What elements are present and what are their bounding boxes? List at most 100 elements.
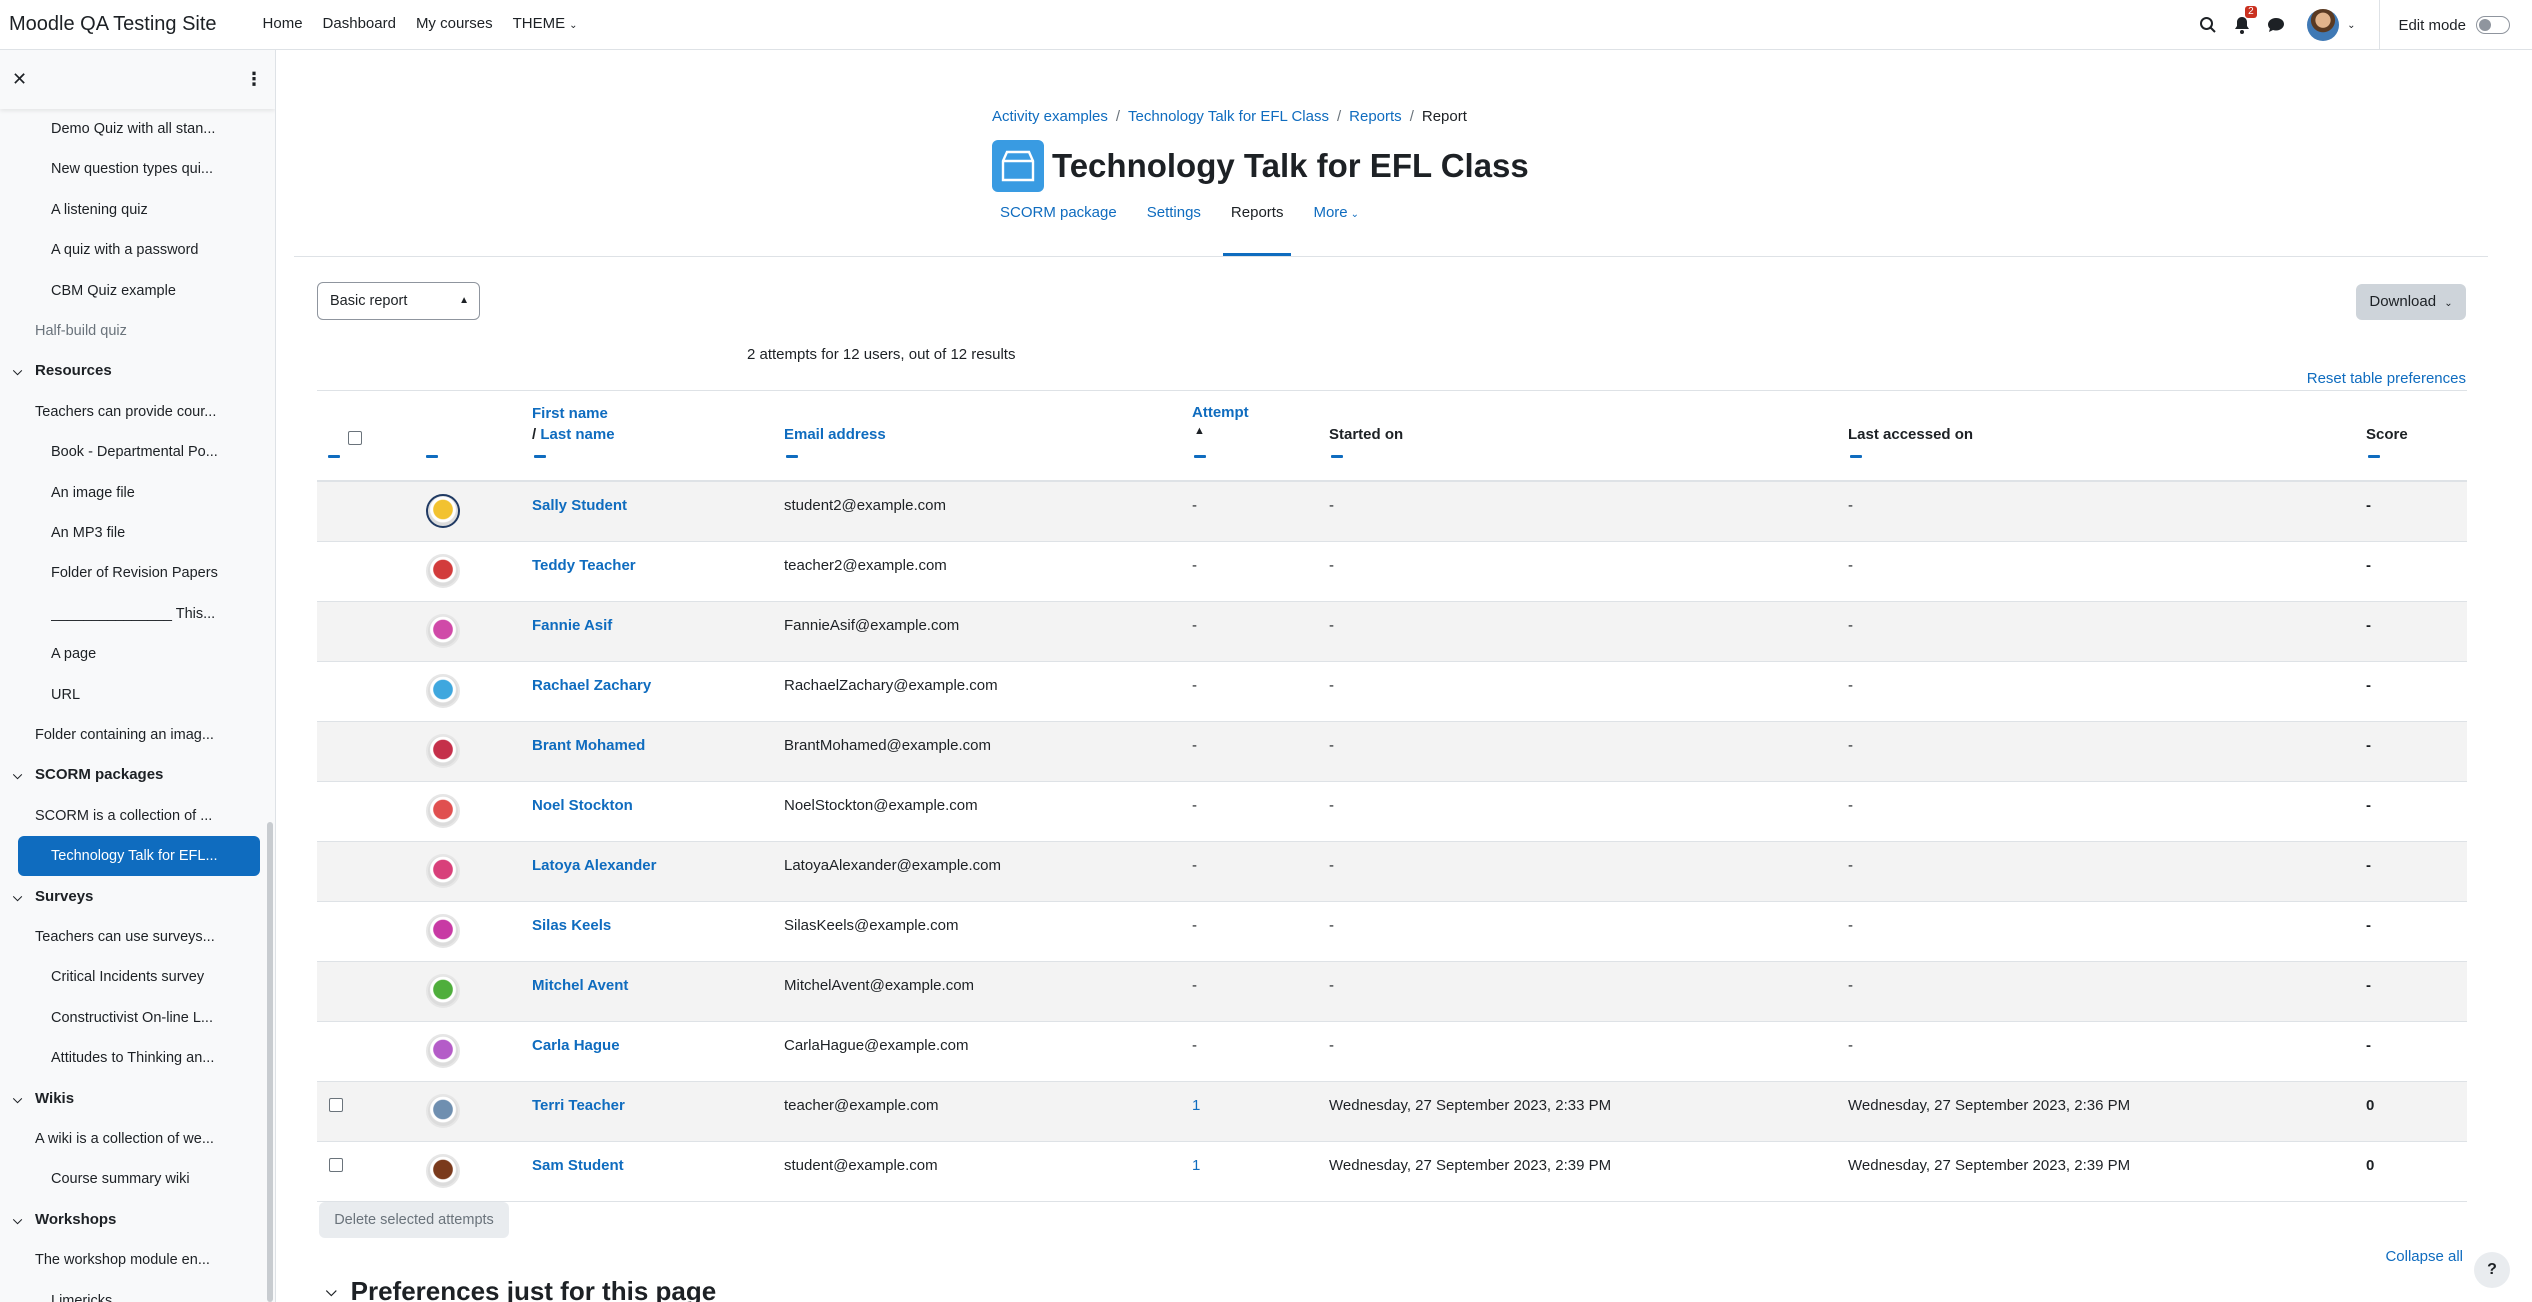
help-button[interactable]: ? (2474, 1252, 2510, 1288)
report-type-select[interactable]: Basic report ▲ (317, 282, 480, 320)
chevron-down-icon[interactable]: ⌵ (13, 757, 35, 793)
user-fullname-link[interactable]: Terri Teacher (532, 1082, 625, 1130)
drawer-scrollbar[interactable] (267, 822, 273, 1302)
kebab-menu-icon[interactable]: ⋮ (245, 69, 263, 90)
user-fullname-link[interactable]: Carla Hague (532, 1022, 620, 1070)
user-fullname-link[interactable]: Brant Mohamed (532, 722, 645, 770)
course-section-6[interactable]: ⌵ Resources (13, 353, 112, 389)
collapse-all-link[interactable]: Collapse all (2385, 1248, 2463, 1265)
user-avatar[interactable] (426, 734, 460, 768)
tab-more[interactable]: More ⌄ (1305, 198, 1367, 256)
course-section-27[interactable]: ⌵ Workshops (13, 1202, 116, 1238)
course-index-item[interactable]: An MP3 file (51, 515, 231, 551)
user-avatar[interactable] (426, 554, 460, 588)
course-index-item[interactable]: An image file (51, 475, 231, 511)
course-index-item[interactable]: URL (51, 677, 231, 713)
course-index-item[interactable]: Limericks (51, 1283, 231, 1302)
user-fullname-link[interactable]: Sam Student (532, 1142, 624, 1190)
hide-column-icon[interactable] (2368, 455, 2380, 458)
hide-column-icon[interactable] (1331, 455, 1343, 458)
nav-dashboard[interactable]: Dashboard (313, 0, 406, 51)
user-avatar[interactable] (2307, 9, 2340, 41)
breadcrumb-activity-examples[interactable]: Activity examples (992, 108, 1108, 125)
download-button[interactable]: Download ⌄ (2356, 284, 2466, 320)
edit-mode-toggle[interactable]: Edit mode (2398, 16, 2510, 34)
select-all-checkbox[interactable] (348, 431, 362, 445)
notifications-button[interactable]: 2 (2225, 0, 2259, 50)
close-drawer-icon[interactable]: ✕ (12, 69, 27, 90)
course-section-19[interactable]: ⌵ Surveys (13, 879, 93, 915)
user-avatar[interactable] (426, 914, 460, 948)
nav-my-courses[interactable]: My courses (406, 0, 503, 51)
breadcrumb-reports[interactable]: Reports (1349, 108, 1402, 125)
hide-column-icon[interactable] (426, 455, 438, 458)
course-index-item[interactable]: New question types qui... (51, 151, 231, 187)
nav-theme[interactable]: THEME ⌄ (503, 0, 588, 51)
user-fullname-link[interactable]: Sally Student (532, 482, 627, 530)
hide-column-icon[interactable] (786, 455, 798, 458)
attempt-checkbox[interactable] (329, 1158, 343, 1172)
course-index-item[interactable]: The workshop module en... (35, 1242, 230, 1278)
course-index-item[interactable]: A wiki is a collection of we... (35, 1121, 230, 1157)
delete-selected-attempts-button[interactable]: Delete selected attempts (319, 1202, 509, 1238)
nav-home[interactable]: Home (253, 0, 313, 51)
chevron-down-icon[interactable]: ⌵ (13, 1202, 35, 1238)
tab-scorm-package[interactable]: SCORM package (992, 198, 1125, 256)
course-index-item[interactable]: A page (51, 636, 231, 672)
sort-last-name-link[interactable]: Last name (540, 426, 614, 443)
user-fullname-link[interactable]: Mitchel Avent (532, 962, 628, 1010)
sort-attempt-link[interactable]: Attempt (1192, 404, 1249, 421)
search-button[interactable] (2191, 0, 2225, 50)
course-index-item[interactable]: _______________ This... (51, 596, 231, 632)
user-avatar[interactable] (426, 854, 460, 888)
user-avatar[interactable] (426, 974, 460, 1008)
sort-email-link[interactable]: Email address (784, 426, 886, 443)
course-index-item[interactable]: SCORM is a collection of ... (35, 798, 230, 834)
user-menu-chevron-icon[interactable]: ⌄ (2347, 20, 2355, 31)
user-fullname-link[interactable]: Rachael Zachary (532, 662, 651, 710)
reset-table-preferences-link[interactable]: Reset table preferences (2307, 370, 2466, 387)
course-index-item[interactable]: Course summary wiki (51, 1161, 231, 1197)
user-avatar[interactable] (426, 614, 460, 648)
user-avatar[interactable] (426, 1034, 460, 1068)
attempt-number[interactable]: 1 (1192, 1082, 1200, 1130)
attempt-number[interactable]: 1 (1192, 1142, 1200, 1190)
hide-column-icon[interactable] (1850, 455, 1862, 458)
course-index-item[interactable]: A quiz with a password (51, 232, 231, 268)
chevron-down-icon[interactable]: ⌵ (13, 879, 35, 915)
user-avatar[interactable] (426, 674, 460, 708)
sort-first-name-link[interactable]: First name (532, 405, 608, 422)
user-fullname-link[interactable]: Noel Stockton (532, 782, 633, 830)
user-avatar[interactable] (426, 1154, 460, 1188)
chevron-down-icon[interactable]: ⌵ (13, 353, 35, 389)
user-fullname-link[interactable]: Silas Keels (532, 902, 611, 950)
course-index-item[interactable]: CBM Quiz example (51, 273, 231, 309)
user-avatar[interactable] (426, 1094, 460, 1128)
course-index-item[interactable]: Attitudes to Thinking an... (51, 1040, 231, 1076)
hide-column-icon[interactable] (328, 455, 340, 458)
course-index-item-active[interactable]: Technology Talk for EFL... (18, 836, 260, 877)
attempt-checkbox[interactable] (329, 1098, 343, 1112)
course-index-item[interactable]: Folder containing an imag... (35, 717, 230, 753)
user-fullname-link[interactable]: Latoya Alexander (532, 842, 657, 890)
edit-mode-switch[interactable] (2476, 16, 2510, 34)
course-index-item[interactable]: Folder of Revision Papers (51, 555, 231, 591)
course-section-16[interactable]: ⌵ SCORM packages (13, 757, 163, 793)
tab-settings[interactable]: Settings (1139, 198, 1209, 256)
tab-reports[interactable]: Reports (1222, 198, 1292, 256)
hide-column-icon[interactable] (534, 455, 546, 458)
course-index-item[interactable]: Book - Departmental Po... (51, 434, 231, 470)
user-avatar[interactable] (426, 794, 460, 828)
site-brand[interactable]: Moodle QA Testing Site (9, 13, 217, 36)
course-index-item[interactable]: Teachers can use surveys... (35, 919, 230, 955)
breadcrumb-course[interactable]: Technology Talk for EFL Class (1128, 108, 1329, 125)
preferences-section-heading[interactable]: ⌵ Preferences just for this page (326, 1276, 716, 1302)
course-index-item[interactable]: Critical Incidents survey (51, 959, 231, 995)
user-fullname-link[interactable]: Teddy Teacher (532, 542, 636, 590)
course-index-item[interactable]: Teachers can provide cour... (35, 394, 230, 430)
course-index-item[interactable]: Half-build quiz (35, 313, 230, 349)
chevron-down-icon[interactable]: ⌵ (13, 1081, 35, 1117)
user-avatar[interactable] (426, 494, 460, 528)
course-section-24[interactable]: ⌵ Wikis (13, 1081, 74, 1117)
course-index-item[interactable]: Constructivist On-line L... (51, 1000, 231, 1036)
